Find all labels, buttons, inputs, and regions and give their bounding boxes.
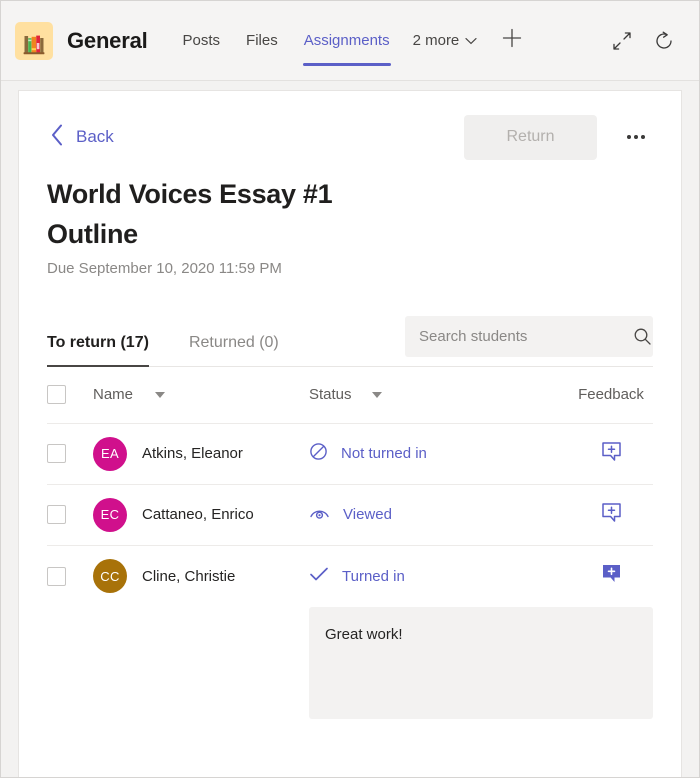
status-label: Turned in	[342, 567, 405, 585]
add-feedback-icon[interactable]	[601, 563, 622, 589]
column-header-status-label: Status	[309, 386, 352, 404]
return-status-tabs: To return (17) Returned (0)	[47, 315, 653, 367]
feedback-cell	[569, 441, 653, 467]
table-header-row: Name Status Feedback	[47, 367, 653, 424]
row-select-cell	[47, 505, 93, 525]
column-header-feedback: Feedback	[569, 386, 653, 403]
feedback-editor-row	[47, 606, 653, 719]
student-name-cell: CC Cline, Christie	[93, 559, 309, 594]
table-row[interactable]: EA Atkins, Eleanor Not turned in	[47, 424, 653, 485]
status-label: Viewed	[343, 506, 392, 524]
search-input[interactable]	[405, 327, 632, 345]
select-all-checkbox[interactable]	[47, 385, 66, 405]
select-all-cell	[47, 385, 93, 405]
channel-tabs: Posts Files Assignments 2 more	[170, 1, 528, 80]
assignment-action-bar: Back Return	[47, 91, 653, 175]
student-name: Cattaneo, Enrico	[142, 506, 254, 524]
students-table: Name Status Feedback EA Atkins, Eleanor …	[47, 367, 653, 719]
tab-files[interactable]: Files	[233, 1, 291, 80]
student-name-cell: EC Cattaneo, Enrico	[93, 497, 309, 532]
feedback-textarea[interactable]	[309, 606, 653, 719]
feedback-editor-spacer	[47, 607, 309, 719]
back-label: Back	[76, 127, 114, 146]
column-header-name-label: Name	[93, 386, 134, 404]
sort-caret-icon	[371, 391, 382, 398]
more-options-button[interactable]	[619, 120, 653, 154]
feedback-cell	[569, 502, 653, 528]
return-button[interactable]: Return	[464, 114, 597, 160]
tab-to-return[interactable]: To return (17)	[47, 334, 155, 367]
row-checkbox[interactable]	[47, 505, 66, 525]
add-feedback-icon[interactable]	[601, 502, 622, 528]
row-checkbox[interactable]	[47, 444, 66, 464]
back-button[interactable]: Back	[47, 118, 118, 157]
add-feedback-icon[interactable]	[601, 441, 622, 467]
table-row[interactable]: EC Cattaneo, Enrico Viewed	[47, 485, 653, 546]
expand-icon[interactable]	[609, 28, 635, 54]
avatar: EA	[93, 436, 127, 471]
teams-assignment-window: General Posts Files Assignments 2 more B…	[0, 0, 700, 778]
student-status-cell: Not turned in	[309, 442, 569, 465]
assignment-title: World Voices Essay #1 Outline	[47, 179, 333, 249]
search-icon[interactable]	[632, 327, 653, 346]
row-checkbox[interactable]	[47, 566, 66, 586]
student-name-cell: EA Atkins, Eleanor	[93, 436, 309, 471]
more-tabs-dropdown[interactable]: 2 more	[403, 32, 488, 49]
ellipsis-dot	[634, 135, 638, 139]
chevron-left-icon	[51, 124, 64, 151]
tab-returned[interactable]: Returned (0)	[189, 334, 285, 366]
feedback-cell	[569, 563, 653, 589]
status-label: Not turned in	[341, 445, 427, 463]
channel-title: General	[67, 27, 148, 53]
column-header-status[interactable]: Status	[309, 386, 569, 403]
not-turned-in-icon	[309, 442, 328, 465]
row-select-cell	[47, 566, 93, 586]
student-name: Atkins, Eleanor	[142, 445, 243, 463]
ellipsis-dot	[627, 135, 631, 139]
ellipsis-dot	[641, 135, 645, 139]
search-students-box[interactable]	[405, 315, 653, 357]
header-actions	[609, 28, 683, 54]
row-select-cell	[47, 444, 93, 464]
avatar: EC	[93, 497, 127, 532]
bookshelf-icon	[15, 21, 53, 60]
more-tabs-label: 2 more	[412, 32, 460, 49]
channel-header: General Posts Files Assignments 2 more	[1, 1, 699, 81]
student-status-cell: Viewed	[309, 505, 569, 525]
column-header-feedback-label: Feedback	[578, 386, 644, 404]
chevron-down-icon	[465, 32, 477, 49]
column-header-name[interactable]: Name	[93, 386, 309, 403]
assignment-detail-panel: Back Return World Voices Essay #1 Outlin…	[18, 90, 682, 777]
assignment-due-date: Due September 10, 2020 11:59 PM	[47, 259, 282, 277]
plus-icon	[501, 27, 523, 54]
table-row[interactable]: CC Cline, Christie Turned in	[47, 546, 653, 607]
student-status-cell: Turned in	[309, 566, 569, 586]
viewed-eye-icon	[309, 505, 330, 525]
add-tab-button[interactable]	[497, 26, 527, 56]
sort-caret-icon	[155, 391, 166, 398]
tab-assignments[interactable]: Assignments	[291, 1, 403, 80]
student-name: Cline, Christie	[142, 567, 236, 585]
refresh-icon[interactable]	[651, 28, 677, 54]
turned-in-check-icon	[309, 566, 329, 586]
avatar: CC	[93, 559, 127, 594]
tab-posts[interactable]: Posts	[170, 1, 234, 80]
